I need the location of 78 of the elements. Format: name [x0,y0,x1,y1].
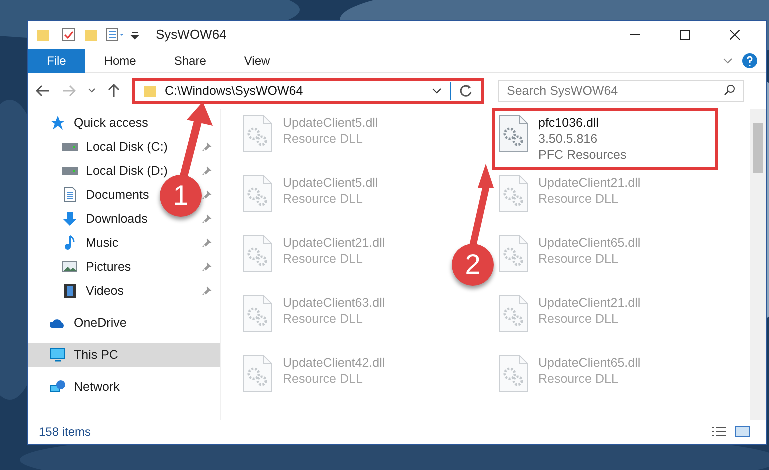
nav-item[interactable]: Local Disk (C:) [28,135,176,159]
up-arrow-icon[interactable] [108,84,120,98]
file-name: UpdateClient21.dll [538,175,641,191]
dll-file-icon [498,175,528,213]
nav-item[interactable]: Pictures [28,255,140,279]
scrollbar[interactable] [750,109,766,420]
drive-icon [62,167,78,175]
file-name: UpdateClient5.dll [283,115,378,131]
refresh-icon[interactable] [459,84,473,98]
address-bar[interactable]: C:\Windows\SysWOW64 [132,78,484,104]
search-icon [724,84,736,96]
file-name: UpdateClient21.dll [538,295,641,311]
dll-file-icon [243,235,273,273]
chevron-down-icon[interactable] [88,87,96,95]
nav-item[interactable]: Downloads [28,207,156,231]
film-icon [62,283,78,299]
details-view-icon[interactable] [711,425,727,439]
file-name: UpdateClient65.dll [538,355,641,371]
ribbon-tab[interactable]: Share [155,48,226,72]
picture-icon [62,259,78,275]
nav-item[interactable]: Documents [28,183,158,207]
item-count: 158 items [39,424,92,441]
properties-icon [106,28,126,42]
file-name: UpdateClient21.dll [283,235,386,251]
document-icon [62,187,78,203]
file-detail: Resource DLL [283,251,364,267]
chevron-down-icon[interactable] [432,87,442,95]
file-detail: PFC Resources [538,147,627,163]
folder-icon [84,28,98,42]
file-detail: Resource DLL [283,131,364,147]
address-path: C:\Windows\SysWOW64 [165,82,304,100]
maximize-icon [680,30,690,40]
file-name: pfc1036.dll [538,115,600,131]
dll-file-icon [243,295,273,333]
dll-file-icon [498,115,528,153]
nav-item[interactable]: Quick access [28,111,156,135]
file-detail: Resource DLL [283,311,364,327]
nav-item[interactable]: Music [28,231,127,255]
nav-item[interactable]: Network [28,375,128,399]
tiles-view-icon[interactable] [735,425,751,439]
nav-item[interactable]: OneDrive [28,311,135,335]
file-detail: Resource DLL [283,371,364,387]
close-icon [730,30,740,40]
file-detail: Resource DLL [538,371,620,387]
file-detail: 3.50.5.816 [538,131,599,147]
dll-file-icon [498,235,528,273]
ribbon-tab[interactable]: View [225,48,290,72]
file-detail: Resource DLL [538,311,620,327]
file-detail: Resource DLL [283,191,364,207]
dll-file-icon [498,355,528,393]
dll-file-icon [243,355,273,393]
folder-icon [36,28,50,42]
window-title: SysWOW64 [156,26,227,44]
dll-file-icon [243,115,273,153]
minimize-icon [630,34,640,36]
highlighted-file-tile[interactable]: pfc1036.dll 3.50.5.816 PFC Resources [492,108,718,170]
file-name: UpdateClient63.dll [283,295,386,311]
ribbon-tab[interactable]: Home [85,48,156,72]
dll-file-icon [498,295,528,333]
star-icon [50,115,66,131]
dll-file-icon [243,175,273,213]
checklist-icon [62,28,76,42]
help-icon [742,52,758,68]
search-field[interactable]: Search SysWOW64 [498,80,744,102]
back-arrow-icon[interactable] [36,85,50,97]
nav-item[interactable]: This PC [28,343,220,367]
file-detail: Resource DLL [538,191,620,207]
file-name: UpdateClient42.dll [283,355,386,371]
down-arrow-icon [62,211,78,227]
monitor-icon [50,347,66,363]
drive-icon [62,143,78,151]
file-detail: Resource DLL [538,251,620,267]
folder-icon [143,84,157,98]
file-name: UpdateClient65.dll [538,235,641,251]
ribbon-tab[interactable]: File [28,48,86,72]
file-name: UpdateClient5.dll [283,175,378,191]
nav-item[interactable]: Videos [28,279,132,303]
network-icon [50,379,66,395]
